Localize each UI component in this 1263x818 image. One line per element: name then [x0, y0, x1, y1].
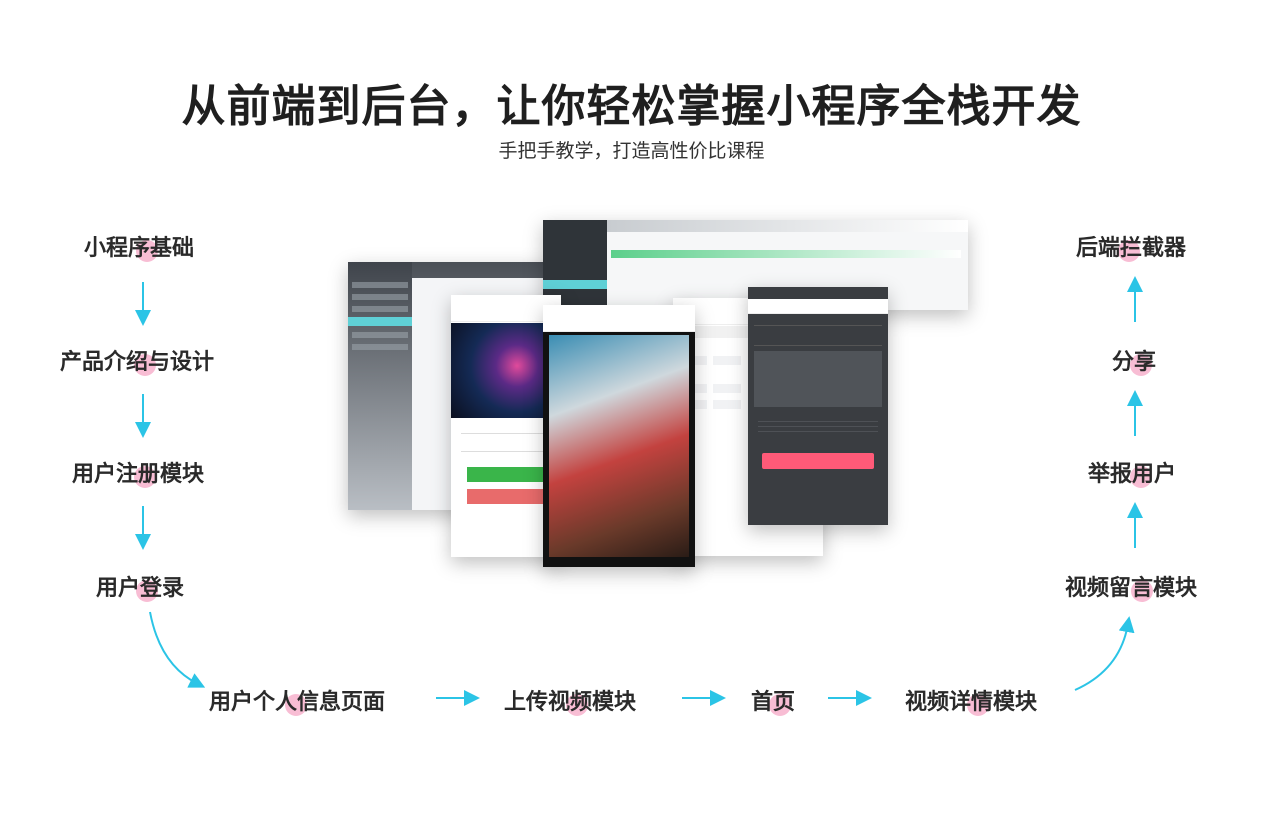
report-phone-screenshot [748, 287, 888, 525]
report-textarea-mock [754, 351, 882, 407]
arrow-curve-left [149, 611, 206, 688]
phone-input-line [461, 441, 551, 452]
phone-input-line [461, 423, 551, 434]
video-frame [549, 335, 689, 557]
submit-button-mock [762, 453, 874, 469]
video-phone-screenshot [543, 305, 695, 567]
arrow-curve-right [1074, 616, 1135, 691]
register-button-mock [467, 489, 553, 504]
login-button-mock [467, 467, 553, 482]
